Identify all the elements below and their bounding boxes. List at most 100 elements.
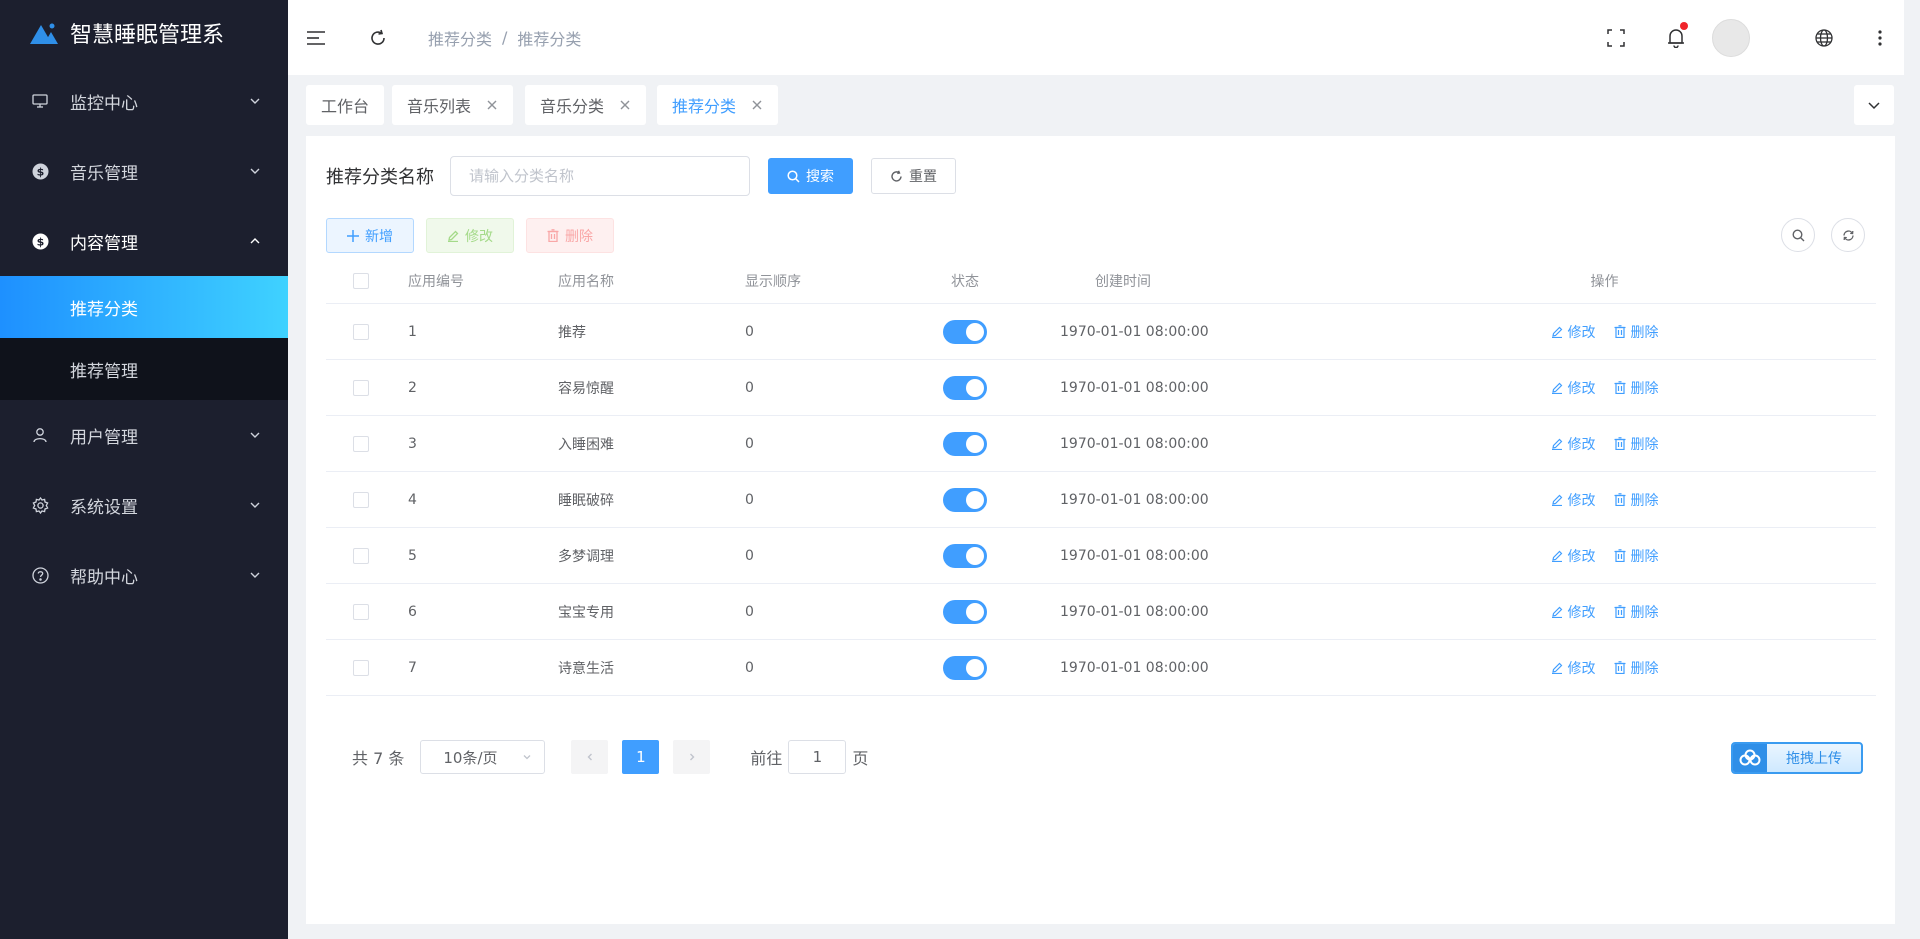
edit-icon xyxy=(1551,606,1562,618)
toggle-search-button[interactable] xyxy=(1781,218,1815,252)
avatar[interactable] xyxy=(1712,18,1750,57)
tag-label: 音乐分类 xyxy=(540,97,605,116)
more-button[interactable] xyxy=(1860,18,1900,58)
sidebar-item-help[interactable]: 帮助中心 xyxy=(0,540,288,610)
chevron-down-icon xyxy=(523,755,531,760)
page-scrollbar[interactable] xyxy=(1904,0,1920,939)
status-switch[interactable] xyxy=(943,599,987,624)
row-edit-button[interactable]: 修改 xyxy=(1551,322,1596,342)
page-number-current[interactable]: 1 xyxy=(622,740,660,774)
cell-order: 0 xyxy=(745,435,754,452)
language-button[interactable] xyxy=(1804,18,1844,58)
row-checkbox[interactable] xyxy=(353,323,369,340)
tags-dropdown-button[interactable] xyxy=(1854,85,1894,125)
category-name-input[interactable] xyxy=(450,156,750,196)
tag-recommend-category[interactable]: 推荐分类 xyxy=(657,85,779,125)
status-switch[interactable] xyxy=(943,319,987,344)
tag-music-category[interactable]: 音乐分类 xyxy=(525,85,647,125)
cell-id: 6 xyxy=(408,603,417,620)
column-header: 状态 xyxy=(951,273,979,290)
status-switch[interactable] xyxy=(943,431,987,456)
row-edit-button[interactable]: 修改 xyxy=(1551,658,1596,678)
row-edit-button[interactable]: 修改 xyxy=(1551,490,1596,510)
row-delete-button[interactable]: 删除 xyxy=(1614,490,1659,510)
cell-created-time: 1970-01-01 08:00:00 xyxy=(1060,659,1209,676)
row-edit-label: 修改 xyxy=(1567,380,1596,397)
row-checkbox[interactable] xyxy=(353,379,369,396)
reset-button[interactable]: 重置 xyxy=(871,158,956,194)
menu-toggle-button[interactable] xyxy=(296,18,336,58)
row-edit-button[interactable]: 修改 xyxy=(1551,378,1596,398)
row-delete-label: 删除 xyxy=(1630,436,1659,453)
notification-button[interactable] xyxy=(1656,18,1696,58)
table-row: 2 容易惊醒 0 1970-01-01 08:00:00 修改 删除 xyxy=(326,360,1876,416)
row-delete-button[interactable]: 删除 xyxy=(1614,658,1659,678)
row-checkbox[interactable] xyxy=(353,603,369,620)
chevron-down-icon xyxy=(1868,102,1880,110)
edit-button[interactable]: 修改 xyxy=(426,218,514,253)
sidebar-item-label: 内容管理 xyxy=(70,233,138,254)
breadcrumb-item[interactable]: 推荐分类 xyxy=(428,26,492,50)
sidebar-item-content[interactable]: $ 内容管理 xyxy=(0,206,288,276)
row-edit-label: 修改 xyxy=(1567,548,1596,565)
row-checkbox[interactable] xyxy=(353,435,369,452)
sidebar-item-label: 系统设置 xyxy=(70,497,138,518)
add-button[interactable]: 新增 xyxy=(326,218,414,253)
sidebar-item-monitor[interactable]: 监控中心 xyxy=(0,66,288,136)
chevron-right-icon xyxy=(689,753,695,761)
row-edit-button[interactable]: 修改 xyxy=(1551,602,1596,622)
close-icon[interactable] xyxy=(751,99,763,111)
row-delete-button[interactable]: 删除 xyxy=(1614,434,1659,454)
sidebar-item-users[interactable]: 用户管理 xyxy=(0,400,288,470)
tag-workbench[interactable]: 工作台 xyxy=(306,85,385,125)
trash-icon xyxy=(1614,493,1625,506)
row-delete-button[interactable]: 删除 xyxy=(1614,602,1659,622)
table-toolbar: 新增 修改 删除 xyxy=(326,218,614,254)
cell-id: 2 xyxy=(408,379,417,396)
delete-button[interactable]: 删除 xyxy=(526,218,614,253)
status-switch[interactable] xyxy=(943,543,987,568)
status-switch[interactable] xyxy=(943,487,987,512)
row-edit-button[interactable]: 修改 xyxy=(1551,434,1596,454)
page-size-select[interactable]: 10条/页 xyxy=(420,740,546,774)
row-edit-button[interactable]: 修改 xyxy=(1551,546,1596,566)
sidebar-item-music[interactable]: $ 音乐管理 xyxy=(0,136,288,206)
row-delete-button[interactable]: 删除 xyxy=(1614,322,1659,342)
row-checkbox[interactable] xyxy=(353,659,369,676)
search-button[interactable]: 搜索 xyxy=(768,158,853,194)
main-card: 推荐分类名称 搜索 重置 新增 修改 删除 xyxy=(306,136,1895,924)
chevron-down-icon xyxy=(250,432,260,438)
refresh-button[interactable] xyxy=(358,18,398,58)
drag-upload-button[interactable]: 拖拽上传 xyxy=(1731,742,1863,774)
search-icon xyxy=(787,169,800,183)
fullscreen-button[interactable] xyxy=(1596,18,1636,58)
sidebar-item-settings[interactable]: 系统设置 xyxy=(0,470,288,540)
cell-name: 推荐 xyxy=(558,324,586,341)
cell-name: 诗意生活 xyxy=(558,660,614,677)
row-delete-button[interactable]: 删除 xyxy=(1614,546,1659,566)
next-page-button[interactable] xyxy=(673,740,711,774)
breadcrumb: 推荐分类 / 推荐分类 xyxy=(428,26,581,50)
status-switch[interactable] xyxy=(943,655,987,680)
refresh-table-button[interactable] xyxy=(1831,218,1865,252)
row-delete-button[interactable]: 删除 xyxy=(1614,378,1659,398)
sidebar-subitem-recommend-manage[interactable]: 推荐管理 xyxy=(0,338,288,400)
select-all-checkbox[interactable] xyxy=(353,272,369,289)
row-checkbox[interactable] xyxy=(353,547,369,564)
tags-view: 工作台 音乐列表 音乐分类 推荐分类 xyxy=(288,75,1920,135)
goto-page-input[interactable] xyxy=(788,740,847,774)
search-icon xyxy=(1791,228,1804,241)
prev-page-button[interactable] xyxy=(571,740,609,774)
status-switch[interactable] xyxy=(943,375,987,400)
trash-icon xyxy=(1614,605,1625,618)
close-icon[interactable] xyxy=(619,99,631,111)
reset-button-label: 重置 xyxy=(909,169,937,185)
cell-order: 0 xyxy=(745,379,754,396)
sidebar-subitem-recommend-category[interactable]: 推荐分类 xyxy=(0,276,288,338)
row-edit-label: 修改 xyxy=(1567,660,1596,677)
close-icon[interactable] xyxy=(486,99,498,111)
chevron-left-icon xyxy=(587,753,592,761)
row-checkbox[interactable] xyxy=(353,491,369,508)
edit-icon xyxy=(1551,494,1562,506)
tag-music-list[interactable]: 音乐列表 xyxy=(392,85,514,125)
